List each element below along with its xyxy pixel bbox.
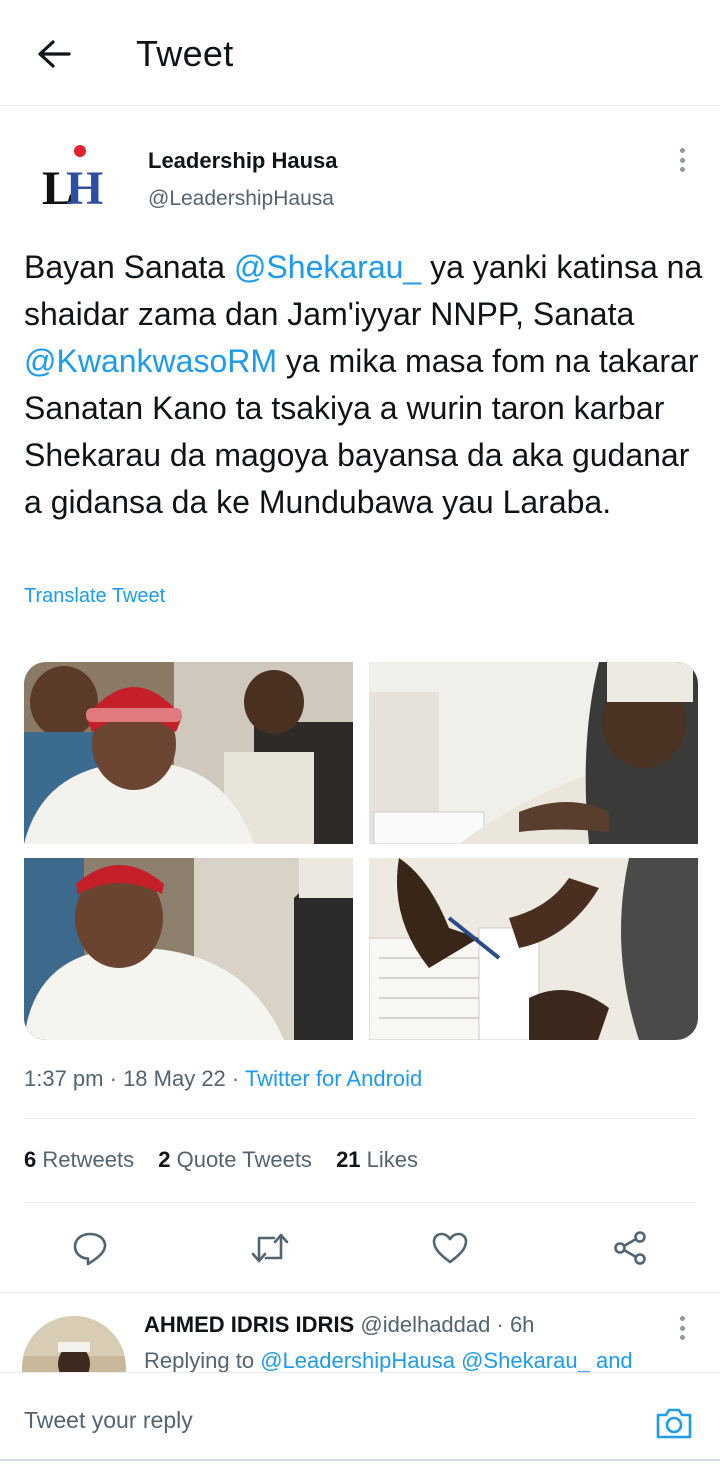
reply-composer: Tweet your reply xyxy=(0,1372,720,1467)
translate-tweet-link[interactable]: Translate Tweet xyxy=(24,585,165,608)
quote-tweets-stat[interactable]: 2 Quote Tweets xyxy=(158,1147,312,1172)
divider xyxy=(24,1118,696,1119)
tweet-photo-2[interactable] xyxy=(369,662,698,844)
replying-to-mentions[interactable]: @LeadershipHausa @Shekarau_ xyxy=(260,1348,590,1373)
replying-to-line: Replying to @LeadershipHausa @Shekarau_ … xyxy=(144,1348,633,1374)
svg-text:H: H xyxy=(66,162,103,212)
engagement-stats: 6 Retweets 2 Quote Tweets 21 Likes xyxy=(24,1147,436,1173)
likes-stat[interactable]: 21 Likes xyxy=(336,1147,418,1172)
replying-to-prefix: Replying to xyxy=(144,1348,261,1373)
meta-separator: · xyxy=(103,1066,124,1091)
tweet-photo-1[interactable] xyxy=(24,662,353,844)
tweet-source-link[interactable]: Twitter for Android xyxy=(245,1066,422,1091)
reply-author-name[interactable]: AHMED IDRIS IDRIS xyxy=(144,1312,354,1337)
tweet-text: Bayan Sanata @Shekarau_ ya yanki katinsa… xyxy=(24,244,704,526)
more-options-icon[interactable] xyxy=(668,1313,696,1343)
reply-input[interactable]: Tweet your reply xyxy=(24,1407,193,1434)
divider xyxy=(0,1292,720,1293)
author-handle[interactable]: @LeadershipHausa xyxy=(148,187,334,211)
tweet-timestamp: 1:37 pm · 18 May 22 · Twitter for Androi… xyxy=(24,1066,422,1092)
comment-icon[interactable] xyxy=(68,1226,112,1270)
meta-separator: · xyxy=(490,1312,510,1337)
tweet-photo-4[interactable] xyxy=(369,858,698,1040)
back-arrow-icon[interactable] xyxy=(34,34,74,74)
media-grid xyxy=(24,662,698,1040)
meta-separator: · xyxy=(225,1066,245,1091)
mention-link[interactable]: @Shekarau_ xyxy=(234,249,421,285)
mention-link[interactable]: @KwankwasoRM xyxy=(24,343,277,379)
divider xyxy=(24,1202,696,1203)
composer-underline xyxy=(0,1459,720,1461)
replying-to-suffix[interactable]: and xyxy=(590,1348,633,1373)
tweet-text-segment: Bayan Sanata xyxy=(24,249,234,285)
author-name[interactable]: Leadership Hausa xyxy=(148,148,338,174)
page-title: Tweet xyxy=(136,33,234,74)
top-bar: Tweet xyxy=(0,0,720,106)
more-options-icon[interactable] xyxy=(668,144,696,176)
heart-icon[interactable] xyxy=(428,1226,472,1270)
tweet-time: 1:37 pm xyxy=(24,1066,104,1091)
share-icon[interactable] xyxy=(608,1226,652,1270)
retweet-icon[interactable] xyxy=(248,1226,292,1270)
camera-icon[interactable] xyxy=(652,1403,696,1443)
reply-author-handle[interactable]: @idelhaddad xyxy=(360,1312,490,1337)
tweet-date: 18 May 22 xyxy=(123,1066,226,1091)
retweets-stat[interactable]: 6 Retweets xyxy=(24,1147,134,1172)
reply-time: 6h xyxy=(509,1312,535,1337)
tweet-photo-3[interactable] xyxy=(24,858,353,1040)
leadership-logo-avatar[interactable]: L H xyxy=(38,140,110,215)
reply-header: AHMED IDRIS IDRIS @idelhaddad · 6h xyxy=(144,1312,534,1338)
